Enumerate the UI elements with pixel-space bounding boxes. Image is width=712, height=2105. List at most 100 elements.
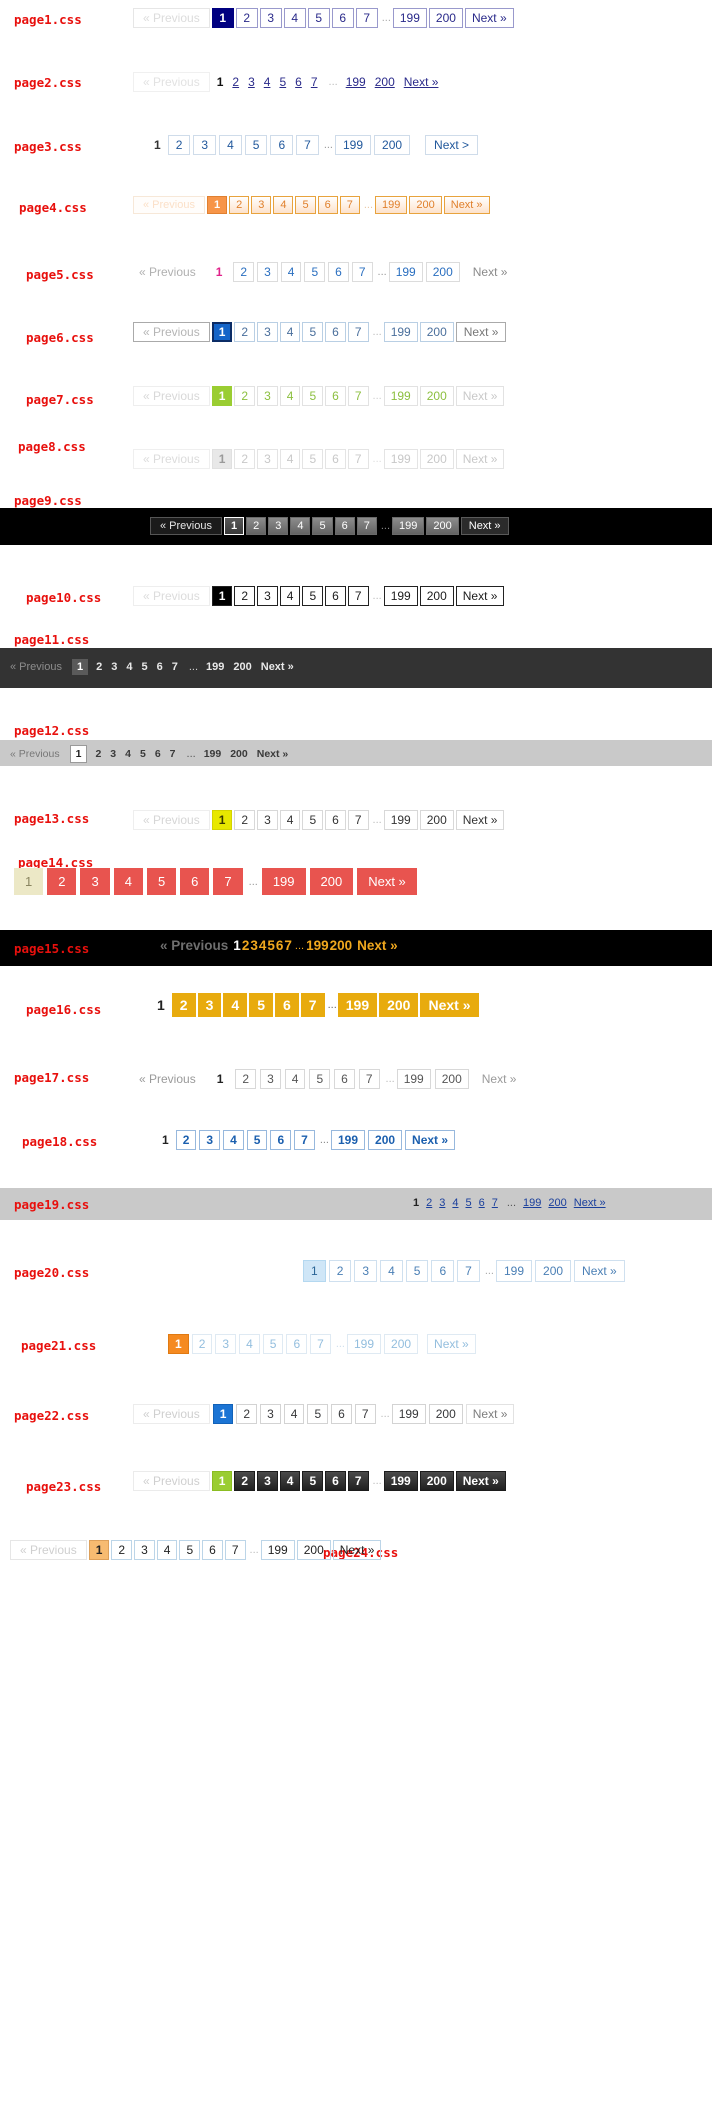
page-link-1[interactable]: 1 <box>211 586 233 606</box>
page-link-199[interactable]: 199 <box>391 1404 426 1424</box>
next-button[interactable]: Next » <box>427 1334 476 1354</box>
page-link-7[interactable]: 7 <box>457 1260 480 1282</box>
page-link-5[interactable]: 5 <box>244 135 268 155</box>
page-link-4[interactable]: 4 <box>223 1130 244 1150</box>
page-link-1[interactable]: 1 <box>211 449 233 469</box>
page-link-200[interactable]: 200 <box>230 748 248 760</box>
page-link-1[interactable]: 1 <box>212 1404 234 1424</box>
page-link-200[interactable]: 200 <box>419 449 454 469</box>
page-link-4[interactable]: 4 <box>219 135 242 155</box>
page-link-199[interactable]: 199 <box>330 1130 366 1150</box>
page-link-200[interactable]: 200 <box>233 661 251 673</box>
page-link-2[interactable]: 2 <box>234 386 256 406</box>
page-link-4[interactable]: 4 <box>264 75 271 89</box>
page-link-6[interactable]: 6 <box>295 75 302 89</box>
page-link-6[interactable]: 6 <box>270 135 294 155</box>
page-link-5[interactable]: 5 <box>262 1334 284 1354</box>
page-link-199[interactable]: 199 <box>392 517 425 535</box>
page-link-199[interactable]: 199 <box>383 449 418 469</box>
page-link-6[interactable]: 6 <box>270 1130 292 1150</box>
page-link-1[interactable]: 1 <box>168 1334 189 1354</box>
next-button[interactable]: Next » <box>460 517 509 535</box>
page-link-5[interactable]: 5 <box>307 8 330 28</box>
page-link-2[interactable]: 2 <box>328 1260 352 1282</box>
page-link-199[interactable]: 199 <box>337 993 378 1017</box>
next-button[interactable]: Next » <box>467 263 514 281</box>
page-link-199[interactable]: 199 <box>346 1334 382 1354</box>
page-link-200[interactable]: 200 <box>419 386 454 406</box>
previous-button[interactable]: « Previous <box>133 72 210 92</box>
page-link-199[interactable]: 199 <box>334 135 372 155</box>
page-link-7[interactable]: 7 <box>213 868 243 895</box>
next-button[interactable]: Next » <box>404 75 439 89</box>
pagination-22[interactable]: « Previous 1 2 3 4 5 6 7 ... 199 200 Nex… <box>133 1404 517 1424</box>
page-link-4[interactable]: 4 <box>279 586 301 606</box>
page-link-200[interactable]: 200 <box>548 1197 566 1209</box>
page-link-199[interactable]: 199 <box>346 75 366 89</box>
previous-button[interactable]: « Previous <box>160 938 228 953</box>
page-link-7[interactable]: 7 <box>311 75 318 89</box>
page-link-4[interactable]: 4 <box>156 1540 178 1560</box>
page-link-7[interactable]: 7 <box>347 810 369 830</box>
page-link-5[interactable]: 5 <box>249 993 273 1017</box>
page-link-200[interactable]: 200 <box>379 993 419 1017</box>
page-link-7[interactable]: 7 <box>172 661 178 673</box>
page-link-5[interactable]: 5 <box>405 1260 429 1282</box>
page-link-6[interactable]: 6 <box>325 322 346 342</box>
page-link-199[interactable]: 199 <box>495 1260 533 1282</box>
next-button[interactable]: Next » <box>357 868 417 895</box>
page-link-1[interactable]: 1 <box>211 8 234 28</box>
next-button[interactable]: Next » <box>455 586 505 606</box>
page-link-2[interactable]: 2 <box>232 75 239 89</box>
pagination-18[interactable]: 1 2 3 4 5 6 7 ... 199 200 Next » <box>158 1130 458 1150</box>
page-link-1[interactable]: 1 <box>413 1197 419 1209</box>
page-link-7[interactable]: 7 <box>354 1404 376 1424</box>
page-link-2[interactable]: 2 <box>246 517 267 535</box>
page-link-4[interactable]: 4 <box>283 8 306 28</box>
page-link-3[interactable]: 3 <box>215 1334 237 1354</box>
pagination-13[interactable]: « Previous 1 2 3 4 5 6 7 ... 199 200 Nex… <box>133 810 506 830</box>
page-link-1[interactable]: 1 <box>217 75 224 89</box>
page-link-3[interactable]: 3 <box>354 1260 378 1282</box>
page-link-200[interactable]: 200 <box>425 262 460 282</box>
page-link-7[interactable]: 7 <box>284 938 292 953</box>
page-link-1[interactable]: 1 <box>71 659 89 675</box>
pagination-15[interactable]: « Previous 1 2 3 4 5 6 7 ... 199 200 Nex… <box>160 938 399 953</box>
page-link-1[interactable]: 1 <box>211 810 233 830</box>
page-link-200[interactable]: 200 <box>428 1404 463 1424</box>
pagination-2[interactable]: « Previous 1 2 3 4 5 6 7 ... 199 200 Nex… <box>133 72 447 92</box>
page-link-199[interactable]: 199 <box>383 586 418 606</box>
page-link-4[interactable]: 4 <box>279 810 301 830</box>
page-link-200[interactable]: 200 <box>375 75 395 89</box>
page-link-5[interactable]: 5 <box>302 386 324 406</box>
page-link-6[interactable]: 6 <box>334 517 355 535</box>
pagination-23[interactable]: « Previous 1 2 3 4 5 6 7 ... 199 200 Nex… <box>133 1471 508 1491</box>
previous-button[interactable]: « Previous <box>133 810 210 830</box>
page-link-3[interactable]: 3 <box>257 386 278 406</box>
page-link-6[interactable]: 6 <box>317 196 338 214</box>
page-link-6[interactable]: 6 <box>202 1540 223 1560</box>
page-link-200[interactable]: 200 <box>419 1471 454 1491</box>
page-link-7[interactable]: 7 <box>347 386 369 406</box>
page-link-2[interactable]: 2 <box>95 748 101 760</box>
page-link-6[interactable]: 6 <box>325 586 346 606</box>
page-link-7[interactable]: 7 <box>351 262 373 282</box>
page-link-200[interactable]: 200 <box>535 1260 572 1282</box>
page-link-2[interactable]: 2 <box>235 8 258 28</box>
next-button[interactable]: Next » <box>455 1471 506 1491</box>
next-button[interactable]: Next » <box>574 1260 625 1282</box>
next-button[interactable]: Next » <box>464 8 514 28</box>
page-link-5[interactable]: 5 <box>304 262 326 282</box>
page-link-6[interactable]: 6 <box>431 1260 455 1282</box>
page-link-3[interactable]: 3 <box>259 8 282 28</box>
page-link-4[interactable]: 4 <box>279 386 301 406</box>
pagination-14[interactable]: 1 2 3 4 5 6 7 ... 199 200 Next » <box>14 868 421 895</box>
pagination-16[interactable]: 1 2 3 4 5 6 7 ... 199 200 Next » <box>152 993 481 1017</box>
page-link-200[interactable]: 200 <box>419 322 454 342</box>
page-link-6[interactable]: 6 <box>274 993 299 1017</box>
page-link-6[interactable]: 6 <box>325 810 346 830</box>
page-link-4[interactable]: 4 <box>280 262 302 282</box>
page-link-5[interactable]: 5 <box>140 748 146 760</box>
page-link-5[interactable]: 5 <box>302 810 324 830</box>
page-link-3[interactable]: 3 <box>197 993 222 1017</box>
